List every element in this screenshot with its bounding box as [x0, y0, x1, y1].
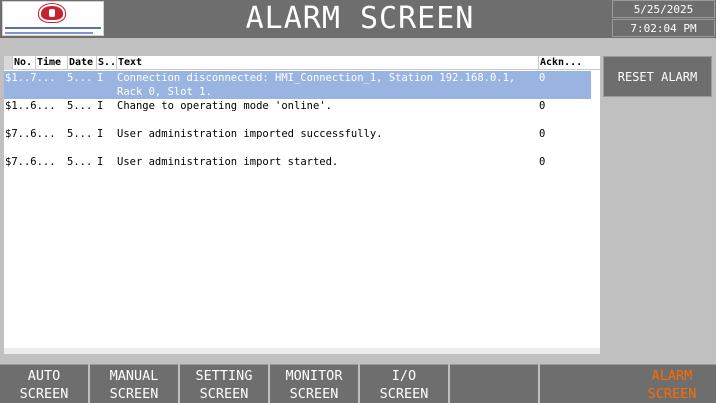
table-header: No. Time Date S.. Text Ackn...: [4, 56, 600, 70]
nav-io-screen-button[interactable]: I/O SCREEN: [360, 364, 448, 403]
nav-label-line1: ALARM: [651, 368, 693, 384]
reset-alarm-button[interactable]: RESET ALARM: [603, 56, 712, 97]
table-row[interactable]: $7..6... 5... I User administration impo…: [4, 155, 591, 183]
cell-date: 5...: [67, 100, 93, 112]
cell-no: $1..7...: [5, 72, 56, 84]
screen-navigation-bar: AUTO SCREEN MANUAL SCREEN SETTING SCREEN…: [0, 364, 716, 403]
cell-ack: 0: [539, 156, 546, 168]
cell-ack: 0: [539, 128, 546, 140]
datetime-display: 5/25/2025 7:02:04 PM: [612, 0, 716, 38]
nav-label-line2: SCREEN: [109, 386, 159, 402]
page-title: ALARM SCREEN: [245, 1, 475, 36]
cell-no: $1..6...: [5, 100, 56, 112]
nav-label-line2: SCREEN: [199, 386, 249, 402]
university-logo: [2, 1, 104, 36]
nav-monitor-screen-button[interactable]: MONITOR SCREEN: [270, 364, 358, 403]
header-row-handle: [4, 56, 12, 70]
header-bar: ALARM SCREEN 5/25/2025 7:02:04 PM: [0, 0, 716, 38]
nav-setting-screen-button[interactable]: SETTING SCREEN: [180, 364, 268, 403]
column-header-status[interactable]: S..: [96, 56, 116, 70]
nav-manual-screen-button[interactable]: MANUAL SCREEN: [90, 364, 178, 403]
nav-label-line2: SCREEN: [19, 386, 69, 402]
cell-text: User administration import started.: [117, 156, 339, 168]
cell-date: 5...: [67, 128, 93, 140]
cell-text: User administration imported successfull…: [117, 128, 383, 140]
nav-label-line1: MANUAL: [109, 368, 159, 384]
cell-ack: 0: [539, 100, 546, 112]
date-field: 5/25/2025: [612, 0, 715, 18]
cell-no: $7..6...: [5, 156, 56, 168]
table-row[interactable]: $1..7... 5... I Connection disconnected:…: [4, 71, 591, 99]
cell-no: $7..6...: [5, 128, 56, 140]
cell-status: I: [97, 156, 104, 168]
nav-label-line1: AUTO: [27, 368, 61, 384]
nav-label-line2: SCREEN: [647, 386, 697, 402]
cell-text: Change to operating mode 'online'.: [117, 100, 332, 112]
column-header-date[interactable]: Date: [67, 56, 96, 70]
column-header-acknowledge[interactable]: Ackn...: [538, 56, 600, 70]
cell-text: Connection disconnected: HMI_Connection_…: [117, 72, 516, 98]
column-header-no[interactable]: No.: [12, 56, 35, 70]
table-row[interactable]: $7..6... 5... I User administration impo…: [4, 127, 591, 155]
nav-blank-button-1[interactable]: [450, 364, 538, 403]
nav-label-line2: SCREEN: [289, 386, 339, 402]
cell-ack: 0: [539, 72, 546, 84]
nav-alarm-screen-button[interactable]: ALARM SCREEN: [628, 364, 716, 403]
nav-label-line1: I/O: [391, 368, 417, 384]
cell-date: 5...: [67, 72, 93, 84]
cell-status: I: [97, 72, 104, 84]
nav-label-line2: SCREEN: [379, 386, 429, 402]
column-header-text[interactable]: Text: [116, 56, 538, 70]
nav-blank-button-2[interactable]: [540, 364, 628, 403]
column-header-time[interactable]: Time: [35, 56, 67, 70]
logo-text-line: [5, 32, 93, 34]
cell-status: I: [97, 128, 104, 140]
nav-label-line1: SETTING: [195, 368, 253, 384]
alarm-view-footer: [4, 348, 600, 354]
alarm-view[interactable]: No. Time Date S.. Text Ackn... $1..7... …: [4, 56, 600, 354]
cell-date: 5...: [67, 156, 93, 168]
nav-auto-screen-button[interactable]: AUTO SCREEN: [0, 364, 88, 403]
university-crest-icon: [39, 4, 65, 22]
logo-text-line: [5, 27, 101, 29]
time-field: 7:02:04 PM: [612, 19, 715, 37]
cell-status: I: [97, 100, 104, 112]
table-row[interactable]: $1..6... 5... I Change to operating mode…: [4, 99, 591, 127]
nav-label-line1: MONITOR: [285, 368, 343, 384]
